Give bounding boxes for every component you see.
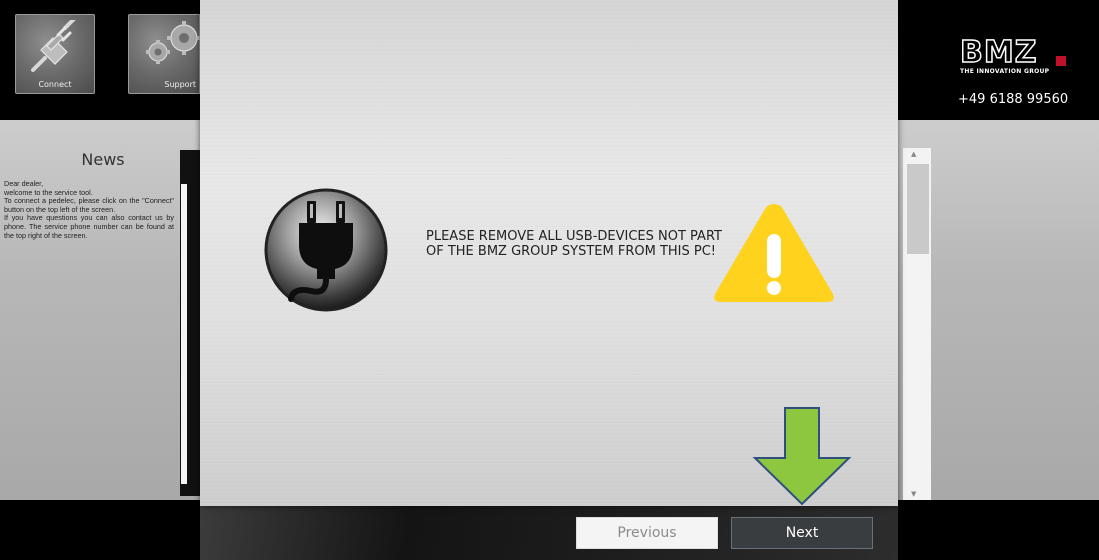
news-panel xyxy=(0,120,200,500)
news-scroll-thumb[interactable] xyxy=(181,184,187,484)
news-line: If you have questions you can also conta… xyxy=(4,213,174,240)
bmz-logo: BMZ THE INNOVATION GROUP xyxy=(959,35,1070,82)
gears-icon xyxy=(146,21,201,64)
scroll-down-icon[interactable]: ▼ xyxy=(911,490,916,498)
scroll-up-icon[interactable]: ▲ xyxy=(911,150,916,158)
right-scrollbar[interactable]: ▲ ▼ xyxy=(903,148,931,500)
news-line: To connect a pedelec, please click on th… xyxy=(4,196,174,214)
connect-label: Connect xyxy=(38,80,72,89)
logo-red-square xyxy=(1056,56,1066,66)
usb-warning-message: PLEASE REMOVE ALL USB-DEVICES NOT PART O… xyxy=(426,229,722,259)
previous-button[interactable]: Previous xyxy=(576,517,718,549)
next-button[interactable]: Next xyxy=(731,517,873,549)
bottom-right-bar xyxy=(898,500,1099,560)
connect-button[interactable]: Connect xyxy=(15,14,95,94)
news-text: Dear dealer, welcome to the service tool… xyxy=(4,179,174,240)
support-label: Support xyxy=(164,80,196,89)
news-title: News xyxy=(81,150,125,169)
warning-icon xyxy=(710,198,838,306)
plug-icon xyxy=(263,187,389,313)
bottom-left-bar xyxy=(0,500,200,560)
logo-tagline: THE INNOVATION GROUP xyxy=(960,68,1050,75)
right-scroll-thumb[interactable] xyxy=(907,164,929,254)
news-scrollbar[interactable] xyxy=(180,150,200,496)
down-arrow-indicator xyxy=(752,406,852,506)
service-phone: +49 6188 99560 xyxy=(958,92,1069,107)
logo-wordmark: BMZ xyxy=(959,35,1038,70)
connect-plug-icon xyxy=(31,20,76,72)
support-button[interactable]: Support xyxy=(128,14,201,94)
